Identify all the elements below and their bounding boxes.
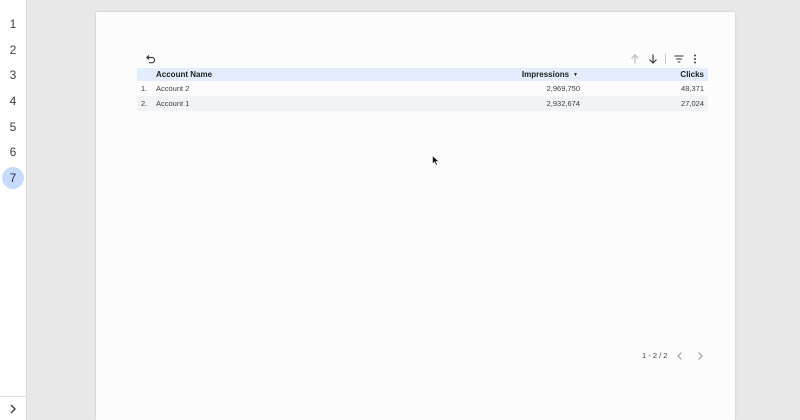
page-nav-item-6[interactable]: 6 (2, 141, 24, 163)
cell-clicks: 48,371 (681, 84, 704, 93)
sort-descending-caret-icon: ▼ (573, 71, 578, 78)
cell-impressions: 2,969,750 (546, 84, 580, 93)
expand-rail-button[interactable] (5, 402, 21, 416)
page-nav-item-1[interactable]: 1 (2, 13, 24, 35)
sort-ascending-button[interactable] (628, 52, 642, 66)
page-nav-item-4[interactable]: 4 (2, 90, 24, 112)
more-options-button[interactable] (688, 52, 702, 66)
table-row[interactable]: 1. Account 2 2,969,750 48,371 (137, 81, 708, 96)
page-nav-item-5[interactable]: 5 (2, 116, 24, 138)
cell-account-name: Account 1 (156, 99, 190, 108)
page-nav-item-7[interactable]: 7 (2, 167, 24, 189)
more-vert-icon (694, 54, 696, 64)
arrow-down-icon (649, 54, 657, 64)
previous-page-button[interactable] (674, 350, 686, 362)
sort-descending-button[interactable] (646, 52, 660, 66)
arrow-up-icon (631, 54, 639, 64)
pagination-label: 1 - 2 / 2 (642, 351, 668, 360)
chevron-right-icon (698, 352, 703, 360)
filter-icon (674, 55, 684, 63)
next-page-button[interactable] (694, 350, 706, 362)
undo-icon (145, 55, 156, 64)
data-table: Account Name Impressions ▼ Clicks 1. Acc… (137, 68, 708, 111)
filter-button[interactable] (672, 52, 686, 66)
cell-impressions: 2,932,674 (546, 99, 580, 108)
page-nav-rail: 1 2 3 4 5 6 7 (0, 0, 27, 420)
column-header-clicks[interactable]: Clicks (580, 70, 708, 79)
page-nav-item-2[interactable]: 2 (2, 39, 24, 61)
column-header-account-name[interactable]: Account Name (156, 70, 456, 79)
table-header-row: Account Name Impressions ▼ Clicks (137, 68, 708, 81)
column-header-impressions[interactable]: Impressions ▼ (456, 70, 580, 79)
mouse-pointer-icon (432, 155, 440, 166)
chevron-right-icon (10, 404, 16, 414)
toolbar-divider (665, 54, 666, 64)
cell-account-name: Account 2 (156, 84, 190, 93)
undo-button[interactable] (143, 52, 157, 66)
report-canvas: Account Name Impressions ▼ Clicks 1. Acc… (96, 12, 735, 420)
chevron-left-icon (677, 352, 682, 360)
cell-clicks: 27,024 (681, 99, 704, 108)
rail-divider (0, 396, 27, 397)
row-number: 2. (141, 99, 148, 108)
column-header-impressions-label: Impressions (521, 70, 570, 79)
page-nav-item-3[interactable]: 3 (2, 64, 24, 86)
row-number: 1. (141, 84, 148, 93)
table-row[interactable]: 2. Account 1 2,932,674 27,024 (137, 96, 708, 111)
